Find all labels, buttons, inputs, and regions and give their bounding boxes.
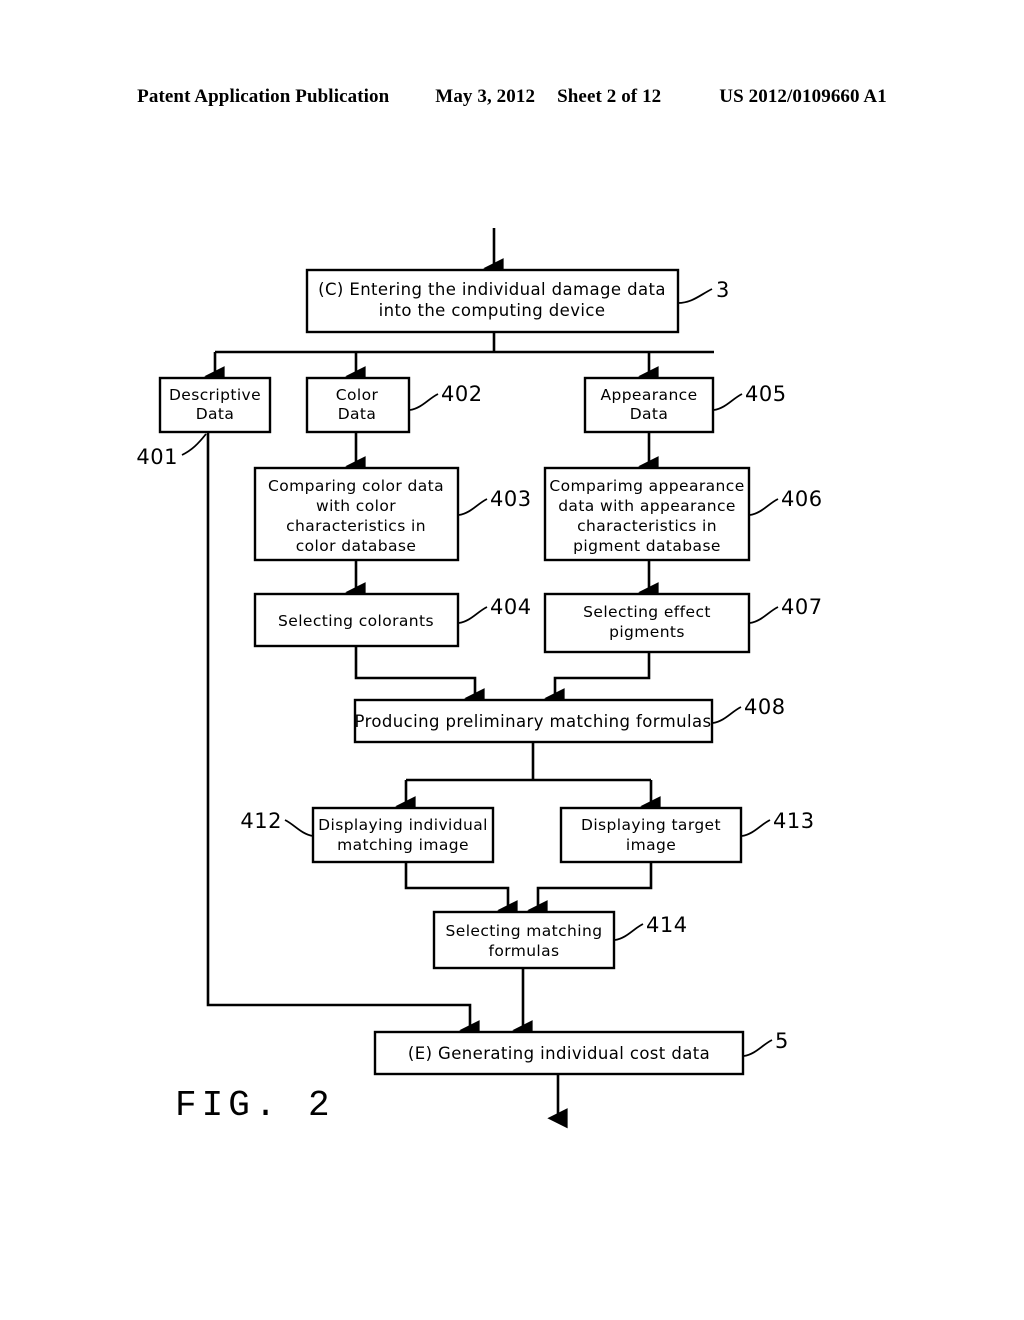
node-displaying-individual-line1: Displaying individual [318,816,488,834]
node-displaying-individual-line2: matching image [337,836,469,854]
node-comparing-color[interactable]: Comparing color data with color characte… [253,466,460,562]
ref-label-404: 404 [490,595,532,619]
ref-label-413: 413 [773,809,815,833]
node-selecting-matching-line1: Selecting matching [446,922,603,940]
leader-414 [614,923,644,941]
node-appearance-data-line2: Data [630,405,669,423]
leader-404 [458,606,488,624]
node-comparing-appearance-line1: Comparimg appearance [549,477,744,495]
leader-402 [409,393,439,411]
node-descriptive-data-line2: Data [196,405,235,423]
node-comparing-color-line3: characteristics in [286,517,426,535]
node-selecting-colorants-line1: Selecting colorants [278,612,434,630]
ref-label-405: 405 [745,382,787,406]
node-producing-formulas-line1: Producing preliminary matching formulas [355,712,712,731]
node-displaying-target-line1: Displaying target [581,816,721,834]
node-comparing-appearance-line2: data with appearance [558,497,736,515]
node-comparing-appearance-line4: pigment database [573,537,721,555]
node-displaying-target-line2: image [626,836,676,854]
connector-412-to-414 [404,862,518,921]
node-comparing-color-line2: with color [316,497,396,515]
node-descriptive-data-line1: Descriptive [169,386,261,404]
node-selecting-matching[interactable]: Selecting matching formulas [432,910,616,970]
node-producing-formulas[interactable]: Producing preliminary matching formulas [353,698,714,744]
node-comparing-color-line1: Comparing color data [268,477,444,495]
connector-413-to-414 [527,862,653,921]
node-c-entering[interactable]: (C) Entering the individual damage data … [305,268,680,334]
ref-label-403: 403 [490,487,532,511]
node-selecting-effect-pigments[interactable]: Selecting effect pigments [543,592,751,654]
node-color-data[interactable]: Color Data [305,376,411,434]
flowchart-diagram: (C) Entering the individual damage data … [136,228,823,1129]
leader-413 [741,819,771,837]
leader-5 [743,1039,773,1057]
node-appearance-data-line1: Appearance [600,386,697,404]
leader-403 [458,498,488,516]
leader-407 [749,606,779,624]
connector-407-to-408 [544,652,651,709]
node-selecting-effect-pigments-line1: Selecting effect [583,603,711,621]
leader-3 [677,288,713,304]
node-e-generating-line1: (E) Generating individual cost data [408,1044,710,1063]
ref-label-401: 401 [136,445,178,469]
node-displaying-target[interactable]: Displaying target image [559,806,743,864]
leader-401 [181,433,207,456]
node-selecting-colorants[interactable]: Selecting colorants [253,592,460,648]
ref-label-402: 402 [441,382,483,406]
ref-label-414: 414 [646,913,688,937]
connector-layer [204,228,714,1129]
node-e-generating[interactable]: (E) Generating individual cost data [373,1030,745,1076]
leader-405 [713,393,743,411]
node-displaying-individual[interactable]: Displaying individual matching image [311,806,495,864]
node-comparing-appearance[interactable]: Comparimg appearance data with appearanc… [543,466,751,562]
node-color-data-line2: Data [338,405,377,423]
node-selecting-effect-pigments-line2: pigments [609,623,685,641]
ref-label-412: 412 [240,809,282,833]
node-c-entering-line1: (C) Entering the individual damage data [318,280,666,299]
ref-label-3: 3 [716,278,730,302]
ref-label-407: 407 [781,595,823,619]
node-descriptive-data[interactable]: Descriptive Data [158,376,272,434]
ref-label-5: 5 [775,1029,789,1053]
node-c-entering-line2: into the computing device [379,301,606,320]
connector-404-to-408 [354,646,485,709]
node-color-data-line1: Color [336,386,379,404]
leader-412 [284,819,314,837]
node-appearance-data[interactable]: Appearance Data [583,376,715,434]
leader-408 [712,706,742,724]
node-comparing-color-line4: color database [296,537,417,555]
node-comparing-appearance-line3: characteristics in [577,517,717,535]
ref-label-406: 406 [781,487,823,511]
node-selecting-matching-line2: formulas [488,942,559,960]
ref-label-408: 408 [744,695,786,719]
leader-406 [749,498,779,516]
